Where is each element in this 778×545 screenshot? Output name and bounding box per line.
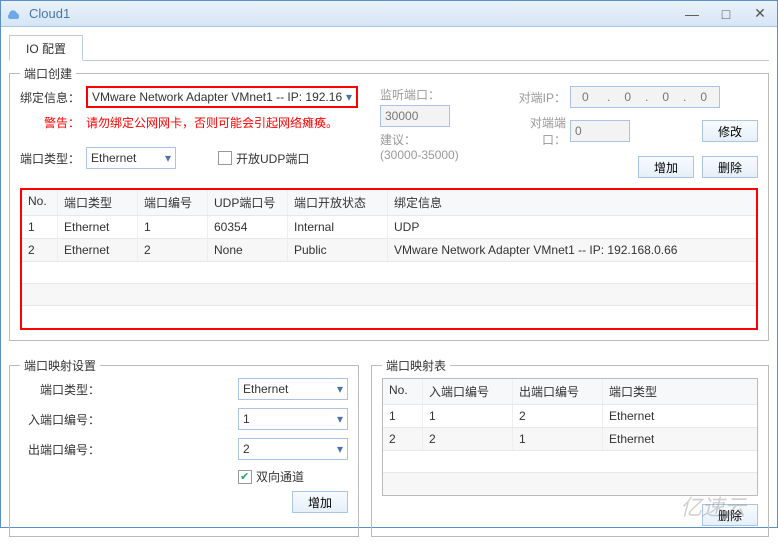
modify-button[interactable]: 修改	[702, 120, 758, 142]
port-table: No. 端口类型 端口编号 UDP端口号 端口开放状态 绑定信息 1 Ether…	[20, 188, 758, 330]
checkbox-icon	[218, 151, 232, 165]
advice-value: (30000-35000)	[380, 148, 490, 162]
map-table-header: No. 入端口编号 出端口编号 端口类型	[383, 379, 757, 405]
advice-label: 建议：	[380, 131, 490, 148]
open-udp-checkbox[interactable]: 开放UDP端口	[218, 150, 309, 167]
mt-delete-button[interactable]: 删除	[702, 504, 758, 526]
tab-io-config[interactable]: IO 配置	[9, 35, 83, 61]
table-row-empty	[22, 262, 756, 284]
table-row[interactable]: 1 1 2 Ethernet	[383, 405, 757, 428]
listen-label: 监听端口：	[380, 86, 490, 103]
peer-ip-label: 对端IP：	[510, 89, 566, 106]
col-udp: UDP端口号	[208, 190, 288, 215]
open-udp-label: 开放UDP端口	[236, 150, 309, 167]
checkbox-checked-icon	[238, 470, 252, 484]
table-row-empty	[383, 473, 757, 495]
window-title: Cloud1	[29, 6, 675, 21]
map-table-legend: 端口映射表	[382, 357, 450, 374]
table-row-empty	[22, 284, 756, 306]
map-settings-panel: 端口映射设置 端口类型： Ethernet ▾ 入端口编号： 1 ▾	[9, 365, 359, 537]
close-button[interactable]: ✕	[745, 4, 775, 24]
chevron-down-icon: ▾	[337, 412, 343, 426]
bind-label: 绑定信息：	[20, 89, 80, 106]
ms-type-select[interactable]: Ethernet ▾	[238, 378, 348, 400]
window: Cloud1 — □ ✕ IO 配置 端口创建 绑定信息： VMware Net…	[0, 0, 778, 528]
chevron-down-icon: ▾	[337, 382, 343, 396]
table-row[interactable]: 2 2 1 Ethernet	[383, 428, 757, 451]
ms-out-label: 出端口编号：	[20, 441, 100, 458]
bidir-checkbox[interactable]: 双向通道	[238, 468, 348, 485]
col-num: 端口编号	[138, 190, 208, 215]
ms-in-label: 入端口编号：	[20, 411, 100, 428]
peer-port-input[interactable]	[570, 120, 630, 142]
warn-text: 请勿绑定公网网卡，否则可能会引起网络瘫痪。	[86, 114, 338, 131]
port-create-legend: 端口创建	[20, 65, 76, 82]
table-row[interactable]: 2 Ethernet 2 None Public VMware Network …	[22, 239, 756, 262]
bind-value: VMware Network Adapter VMnet1 -- IP: 192…	[92, 90, 342, 104]
cloud-icon	[7, 6, 23, 22]
ms-out-select[interactable]: 2 ▾	[238, 438, 348, 460]
table-row[interactable]: 1 Ethernet 1 60354 Internal UDP	[22, 216, 756, 239]
col-status: 端口开放状态	[288, 190, 388, 215]
map-table: No. 入端口编号 出端口编号 端口类型 1 1 2 Ethernet 2 2	[382, 378, 758, 496]
map-table-panel: 端口映射表 No. 入端口编号 出端口编号 端口类型 1 1 2 Etherne…	[371, 365, 769, 537]
delete-button[interactable]: 删除	[702, 156, 758, 178]
ms-in-select[interactable]: 1 ▾	[238, 408, 348, 430]
port-table-header: No. 端口类型 端口编号 UDP端口号 端口开放状态 绑定信息	[22, 190, 756, 216]
type-label: 端口类型：	[20, 150, 80, 167]
chevron-down-icon: ▾	[346, 90, 352, 104]
bottom-row: 端口映射设置 端口类型： Ethernet ▾ 入端口编号： 1 ▾	[9, 353, 769, 537]
type-select[interactable]: Ethernet ▾	[86, 147, 176, 169]
chevron-down-icon: ▾	[337, 442, 343, 456]
chevron-down-icon: ▾	[165, 151, 171, 165]
port-create-panel: 端口创建 绑定信息： VMware Network Adapter VMnet1…	[9, 73, 769, 341]
warn-label: 警告：	[20, 114, 80, 131]
peer-ip-input[interactable]	[570, 86, 720, 108]
titlebar: Cloud1 — □ ✕	[1, 1, 777, 27]
tab-row: IO 配置	[9, 35, 769, 61]
col-type: 端口类型	[58, 190, 138, 215]
ms-type-label: 端口类型：	[20, 381, 100, 398]
bind-select[interactable]: VMware Network Adapter VMnet1 -- IP: 192…	[86, 86, 358, 108]
table-row-empty	[22, 306, 756, 328]
listen-input[interactable]	[380, 105, 450, 127]
peer-port-label: 对端端口：	[510, 114, 566, 148]
type-value: Ethernet	[91, 151, 136, 165]
col-no: No.	[22, 190, 58, 215]
content: IO 配置 端口创建 绑定信息： VMware Network Adapter …	[1, 27, 777, 545]
col-bind: 绑定信息	[388, 190, 756, 215]
minimize-button[interactable]: —	[677, 4, 707, 24]
maximize-button[interactable]: □	[711, 4, 741, 24]
add-button[interactable]: 增加	[638, 156, 694, 178]
map-settings-legend: 端口映射设置	[20, 357, 100, 374]
ms-add-button[interactable]: 增加	[292, 491, 348, 513]
table-row-empty	[383, 451, 757, 473]
